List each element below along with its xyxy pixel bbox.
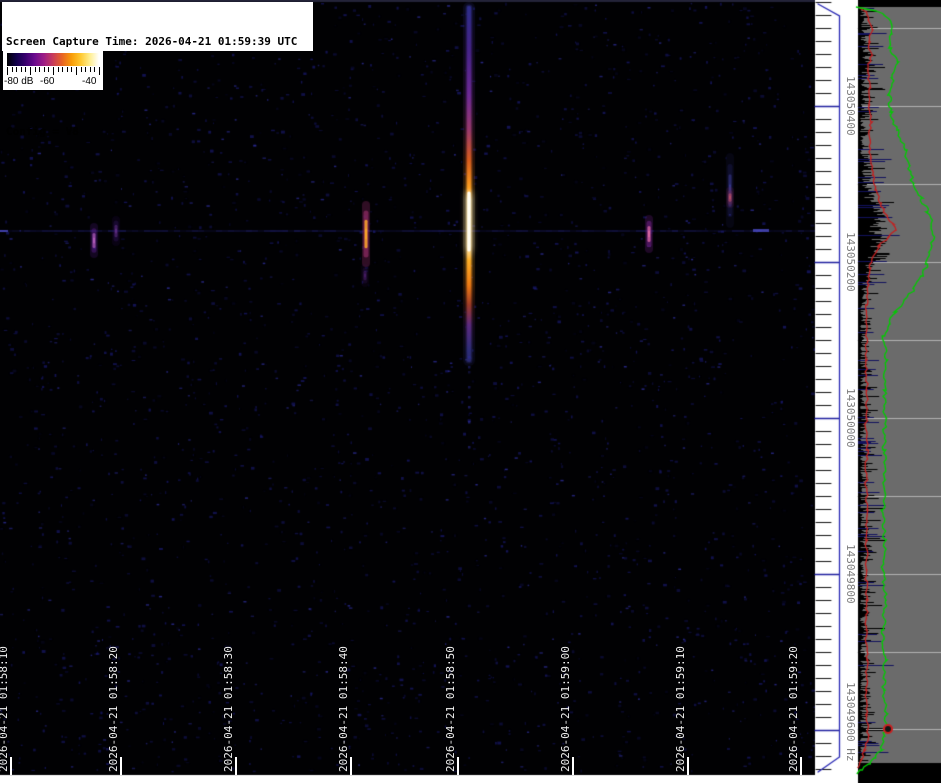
time-axis-tick	[687, 757, 689, 775]
time-axis-label: 2026-04-21 01:59:20	[787, 646, 800, 772]
colorbar-ticks	[7, 67, 99, 76]
colorbar-tick	[7, 67, 8, 75]
colorbar-tick	[39, 67, 40, 72]
colorbar-tick	[25, 67, 26, 72]
colorbar-tick	[99, 67, 100, 75]
time-axis-tick	[572, 757, 574, 775]
capture-info-box: Screen Capture Time: 2026-04-21 01:59:39…	[2, 2, 313, 51]
colorbar-tick	[16, 67, 17, 72]
colorbar: -80 dB -60 -40	[3, 51, 103, 90]
colorbar-tick	[58, 67, 59, 72]
time-axis-tick	[800, 757, 802, 775]
time-axis-label: 2026-04-21 01:59:10	[674, 646, 687, 772]
colorbar-tick	[81, 67, 82, 72]
time-axis-label: 2026-04-21 01:59:00	[559, 646, 572, 772]
time-axis-label: 2026-04-21 01:58:30	[222, 646, 235, 772]
colorbar-tick	[94, 67, 95, 72]
frequency-axis-label: 143050200	[844, 232, 857, 292]
spectrum-capture-screen: Screen Capture Time: 2026-04-21 01:59:39…	[0, 0, 941, 783]
config-text: Config = V8	[6, 124, 309, 139]
frequency-axis-label: 143049800	[844, 544, 857, 604]
time-axis-tick	[120, 757, 122, 775]
colorbar-tick	[67, 67, 68, 72]
colorbar-tick	[62, 67, 63, 72]
time-axis-label: 2026-04-21 01:58:20	[107, 646, 120, 772]
colorbar-gradient	[7, 53, 99, 66]
time-axis-tick	[235, 757, 237, 775]
colorbar-label-max: -40	[82, 76, 96, 87]
colorbar-label-min: -80 dB	[4, 76, 33, 87]
colorbar-tick	[35, 67, 36, 72]
colorbar-tick	[30, 67, 31, 75]
colorbar-tick	[21, 67, 22, 72]
colorbar-tick	[71, 67, 72, 72]
frequency-axis-label: 143050400	[844, 76, 857, 136]
colorbar-tick	[48, 67, 49, 72]
colorbar-tick	[90, 67, 91, 72]
colorbar-label-mid: -60	[40, 76, 54, 87]
colorbar-tick	[85, 67, 86, 72]
colorbar-tick	[44, 67, 45, 72]
time-axis-tick	[457, 757, 459, 775]
capture-time-text: Screen Capture Time: 2026-04-21 01:59:39…	[6, 34, 309, 49]
frequency-axis-label: 143050000	[844, 388, 857, 448]
time-axis-tick	[350, 757, 352, 775]
time-axis-label: 2026-04-21 01:58:40	[337, 646, 350, 772]
time-axis-tick	[10, 757, 12, 775]
time-axis-label: 2026-04-21 01:58:50	[444, 646, 457, 772]
colorbar-tick	[12, 67, 13, 72]
frequency-axis-label: 143049600 Hz	[844, 682, 857, 761]
time-axis-label: 2026-04-21 01:58:10	[0, 646, 10, 772]
colorbar-tick	[76, 67, 77, 75]
colorbar-tick	[53, 67, 54, 75]
